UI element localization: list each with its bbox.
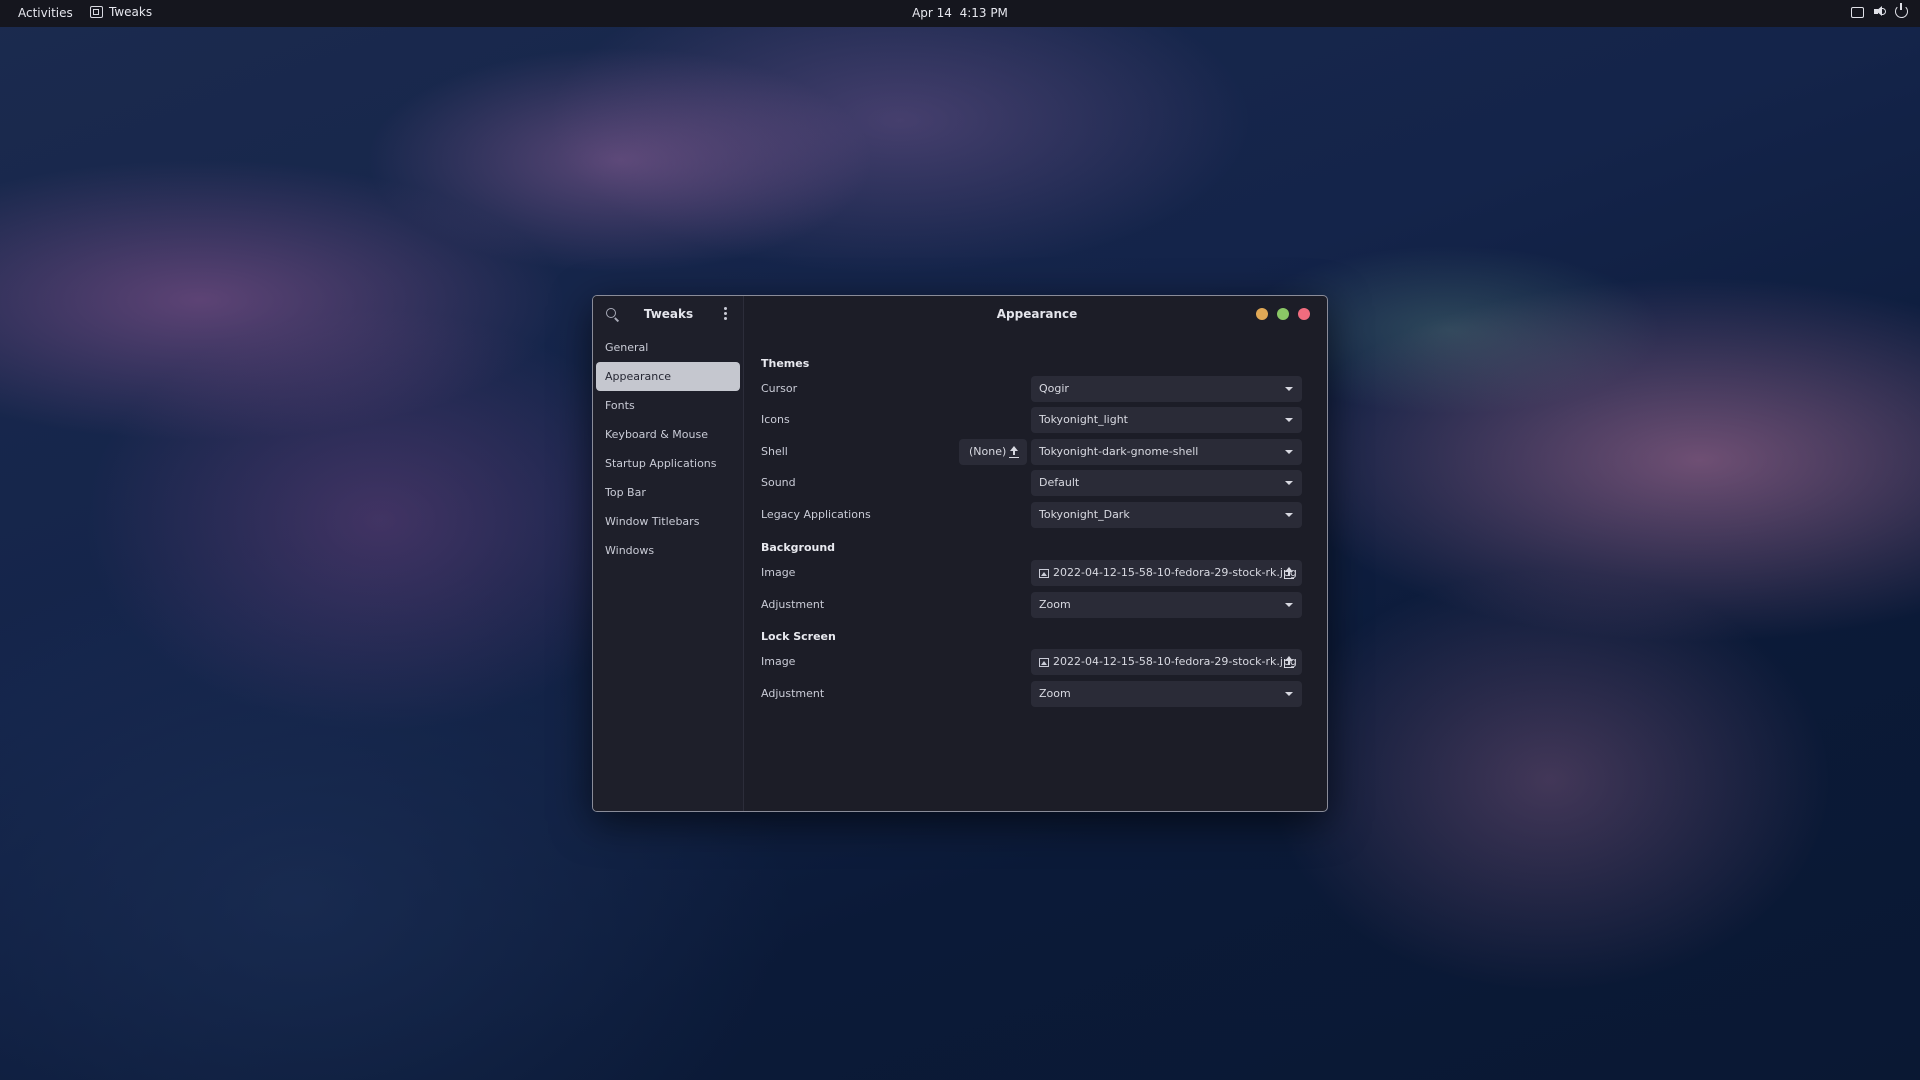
sidebar-header: Tweaks bbox=[593, 296, 743, 332]
maximize-button[interactable] bbox=[1277, 308, 1289, 320]
legacy-applications-value: Tokyonight_Dark bbox=[1039, 508, 1130, 521]
sound-dropdown[interactable]: Default bbox=[1031, 470, 1302, 496]
sidebar-item-fonts[interactable]: Fonts bbox=[596, 391, 740, 420]
sidebar-item-windows[interactable]: Windows bbox=[596, 536, 740, 565]
clock-date: Apr 14 bbox=[912, 6, 952, 20]
page-title: Appearance bbox=[996, 307, 1078, 321]
upload-icon bbox=[1009, 446, 1019, 458]
clock-time: 4:13 PM bbox=[959, 6, 1008, 20]
legacy-applications-dropdown[interactable]: Tokyonight_Dark bbox=[1031, 502, 1302, 528]
background-image-value: 2022-04-12-15-58-10-fedora-29-stock-rk.j… bbox=[1053, 566, 1297, 579]
shell-none-label: (None) bbox=[969, 445, 1007, 458]
background-adjustment-label: Adjustment bbox=[761, 598, 825, 611]
power-icon[interactable] bbox=[1895, 3, 1908, 18]
tweaks-app-icon bbox=[90, 6, 103, 18]
chevron-down-icon bbox=[1285, 513, 1293, 517]
upload-icon bbox=[1284, 567, 1294, 579]
lock-screen-adjustment-dropdown[interactable]: Zoom bbox=[1031, 681, 1302, 707]
shell-label: Shell bbox=[761, 445, 788, 458]
background-adjustment-value: Zoom bbox=[1039, 598, 1071, 611]
background-section-title: Background bbox=[761, 541, 836, 554]
menu-dots-icon[interactable] bbox=[724, 307, 728, 321]
lock-screen-image-value: 2022-04-12-15-58-10-fedora-29-stock-rk.j… bbox=[1053, 655, 1297, 668]
themes-section-title: Themes bbox=[761, 357, 810, 370]
chevron-down-icon bbox=[1285, 481, 1293, 485]
sidebar-list: General Appearance Fonts Keyboard & Mous… bbox=[593, 333, 743, 565]
lock-screen-image-label: Image bbox=[761, 655, 796, 668]
image-file-icon bbox=[1039, 569, 1049, 578]
system-tray[interactable] bbox=[1851, 3, 1908, 18]
shell-value: Tokyonight-dark-gnome-shell bbox=[1039, 445, 1199, 458]
sidebar: Tweaks General Appearance Fonts Keyboard… bbox=[593, 296, 744, 811]
clock-button[interactable]: Apr 14 4:13 PM bbox=[912, 6, 1008, 20]
icons-dropdown[interactable]: Tokyonight_light bbox=[1031, 407, 1302, 433]
icons-value: Tokyonight_light bbox=[1039, 413, 1128, 426]
tweaks-window: Tweaks General Appearance Fonts Keyboard… bbox=[592, 295, 1328, 812]
chevron-down-icon bbox=[1285, 418, 1293, 422]
lock-screen-adjustment-value: Zoom bbox=[1039, 687, 1071, 700]
clock: Apr 14 4:13 PM bbox=[0, 6, 1920, 20]
cursor-value: Qogir bbox=[1039, 382, 1069, 395]
icons-label: Icons bbox=[761, 413, 790, 426]
background-image-label: Image bbox=[761, 566, 796, 579]
search-icon[interactable] bbox=[606, 308, 616, 318]
lock-screen-section-title: Lock Screen bbox=[761, 630, 836, 643]
sound-value: Default bbox=[1039, 476, 1080, 489]
content-header: Appearance bbox=[745, 296, 1327, 332]
screen-icon[interactable] bbox=[1851, 6, 1864, 18]
upload-icon bbox=[1284, 656, 1294, 668]
sidebar-item-top-bar[interactable]: Top Bar bbox=[596, 478, 740, 507]
app-menu-label: Tweaks bbox=[109, 5, 153, 19]
sidebar-item-general[interactable]: General bbox=[596, 333, 740, 362]
lock-screen-image-button[interactable]: 2022-04-12-15-58-10-fedora-29-stock-rk.j… bbox=[1031, 649, 1302, 675]
lock-screen-adjustment-label: Adjustment bbox=[761, 687, 825, 700]
sidebar-item-appearance[interactable]: Appearance bbox=[596, 362, 740, 391]
top-bar: Activities Tweaks Apr 14 4:13 PM bbox=[0, 0, 1920, 27]
image-file-icon bbox=[1039, 658, 1049, 667]
minimize-button[interactable] bbox=[1256, 308, 1268, 320]
cursor-dropdown[interactable]: Qogir bbox=[1031, 376, 1302, 402]
background-adjustment-dropdown[interactable]: Zoom bbox=[1031, 592, 1302, 618]
sound-label: Sound bbox=[761, 476, 796, 489]
shell-file-button[interactable]: (None) bbox=[959, 439, 1027, 465]
legacy-applications-label: Legacy Applications bbox=[761, 508, 871, 521]
chevron-down-icon bbox=[1285, 692, 1293, 696]
chevron-down-icon bbox=[1285, 387, 1293, 391]
chevron-down-icon bbox=[1285, 450, 1293, 454]
activities-button[interactable]: Activities bbox=[18, 6, 73, 20]
sidebar-item-startup-applications[interactable]: Startup Applications bbox=[596, 449, 740, 478]
chevron-down-icon bbox=[1285, 603, 1293, 607]
app-menu-button[interactable]: Tweaks bbox=[90, 5, 152, 19]
content-pane: Appearance Themes Cursor Qogir Icons Tok… bbox=[745, 296, 1327, 811]
cursor-label: Cursor bbox=[761, 382, 798, 395]
close-button[interactable] bbox=[1298, 308, 1310, 320]
background-image-button[interactable]: 2022-04-12-15-58-10-fedora-29-stock-rk.j… bbox=[1031, 560, 1302, 586]
volume-icon[interactable] bbox=[1873, 5, 1886, 18]
shell-dropdown[interactable]: Tokyonight-dark-gnome-shell bbox=[1031, 439, 1302, 465]
sidebar-item-keyboard-mouse[interactable]: Keyboard & Mouse bbox=[596, 420, 740, 449]
sidebar-item-window-titlebars[interactable]: Window Titlebars bbox=[596, 507, 740, 536]
